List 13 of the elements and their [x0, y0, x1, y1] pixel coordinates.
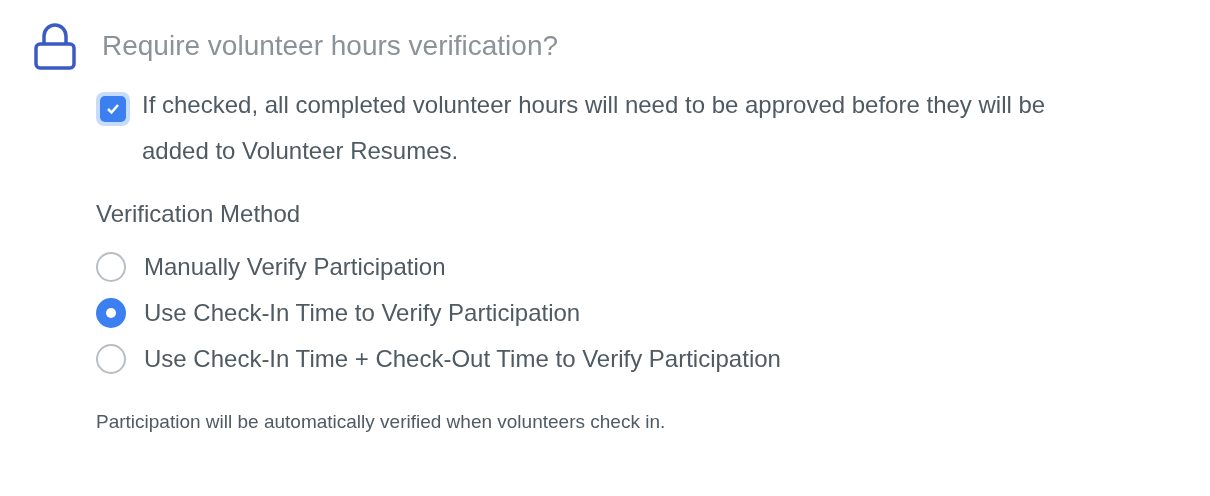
help-text: Participation will be automatically verified when volunteers check in.	[96, 410, 667, 434]
radio-label: Use Check-In Time + Check-Out Time to Verify Participation	[144, 344, 781, 374]
checkmark-icon	[106, 103, 120, 115]
radio-button[interactable]	[96, 252, 126, 282]
section-title: Require volunteer hours verification?	[102, 29, 559, 63]
radio-button[interactable]	[96, 344, 126, 374]
field-label: Verification Method	[96, 199, 302, 229]
lock-icon	[34, 22, 76, 70]
checkbox[interactable]	[100, 96, 126, 122]
radio-label: Use Check-In Time to Verify Participation	[144, 298, 581, 328]
radio-button[interactable]	[96, 298, 126, 328]
radio-label: Manually Verify Participation	[144, 252, 446, 282]
checkbox-label: If checked, all completed volunteer hours will need to be approved before they will be added to Volunteer Resumes.	[142, 90, 1047, 166]
